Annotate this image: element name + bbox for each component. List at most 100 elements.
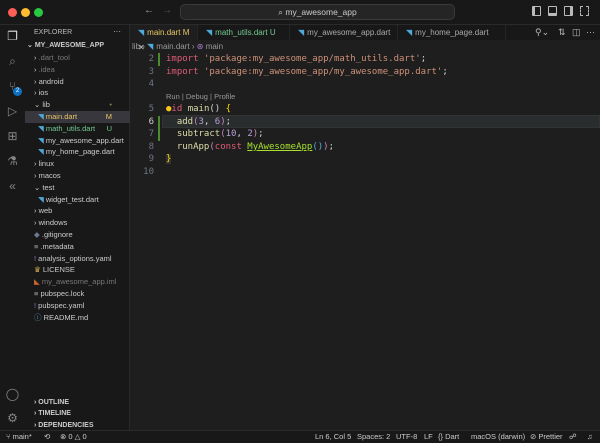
explorer-item[interactable]: ◥ my_home_page.dart — [25, 146, 130, 158]
command-center-search[interactable]: ⌕ my_awesome_app — [180, 4, 455, 20]
breadcrumb-file[interactable]: main.dart — [156, 42, 189, 51]
timeline-panel-header[interactable]: › TIMELINE — [25, 408, 130, 419]
line-number: 4 — [148, 79, 154, 90]
close-window-button[interactable] — [8, 8, 17, 17]
tab-my-awesome-app-dart[interactable]: ◥ my_awesome_app.dart — [290, 25, 398, 40]
explorer-item[interactable]: ⌄ test — [25, 182, 130, 194]
explorer-item[interactable]: ≡ pubspec.lock — [25, 288, 130, 300]
run-dropdown-icon[interactable]: ⚲⌄ — [535, 27, 549, 38]
back-arrow-icon[interactable]: ← — [144, 5, 154, 16]
testing-icon[interactable]: ⚗ — [5, 154, 20, 169]
explorer-item-label: widget_test.dart — [45, 194, 99, 204]
tab-my-home-page-dart[interactable]: ◥ my_home_page.dart — [398, 25, 506, 40]
explorer-item[interactable]: ⌄ lib • — [25, 99, 130, 111]
dart-file-icon: ◥ — [206, 28, 213, 37]
explorer-item[interactable]: ◆ .gitignore — [25, 229, 130, 241]
tab-main-dart[interactable]: ◥ main.dart M ✕ — [130, 25, 198, 52]
git-status-badge: • — [109, 100, 112, 110]
editor-tabs: ◥ main.dart M ✕ ◥ math_utils.dart U ◥ my_aw… — [130, 25, 600, 52]
explorer-item-label: math_utils.dart — [45, 123, 96, 133]
explorer-item[interactable]: ◥ math_utils.dart U — [25, 123, 130, 135]
iml-file-icon: ◣ — [34, 277, 42, 287]
explorer-item[interactable]: ⓘ README.md — [25, 312, 130, 324]
search-icon[interactable]: ⌕ — [5, 54, 20, 69]
explorer-item[interactable]: ◣ my_awesome_app.iml — [25, 276, 130, 288]
git-added-gutter — [158, 116, 160, 141]
explorer-icon[interactable]: ❐ — [5, 29, 20, 44]
minimize-window-button[interactable] — [21, 8, 30, 17]
source-control-badge: 2 — [13, 87, 22, 96]
code-line: runApp(const MyAwesomeApp()); — [176, 141, 335, 152]
project-root-folder[interactable]: ⌄ MY_AWESOME_APP — [25, 40, 130, 52]
problems-indicator[interactable]: ⊗ 0 △ 0 — [60, 431, 87, 443]
explorer-item[interactable]: › windows — [25, 217, 130, 229]
breadcrumb-symbol[interactable]: main — [206, 42, 223, 51]
line-number: 6 — [148, 116, 154, 127]
explorer-item-label: windows — [38, 218, 68, 228]
explorer-item-label: README.md — [43, 312, 89, 322]
indentation[interactable]: Spaces: 2 — [357, 431, 390, 443]
explorer-item[interactable]: ! pubspec.yaml — [25, 300, 130, 312]
explorer-item[interactable]: › macos — [25, 170, 130, 182]
explorer-item-label: linux — [38, 159, 55, 169]
encoding[interactable]: UTF-8 — [396, 431, 417, 443]
sync-icon[interactable]: ⟲ — [44, 431, 50, 443]
explorer-item-label: pubspec.yaml — [38, 300, 85, 310]
code-line: subtract(10, 2); — [176, 129, 264, 140]
explorer-item[interactable]: ! analysis_options.yaml — [25, 253, 130, 265]
outline-panel-header[interactable]: › OUTLINE — [25, 397, 130, 408]
explorer-item[interactable]: › android — [25, 76, 130, 88]
feedback-icon[interactable]: ☍ — [569, 431, 577, 443]
branch-indicator[interactable]: ⑂ main* — [6, 431, 32, 443]
dart-file-icon: ◥ — [38, 147, 46, 157]
explorer-item-label: ios — [38, 88, 49, 98]
explorer-item[interactable]: ◥ my_awesome_app.dart — [25, 135, 130, 147]
open-changes-icon[interactable]: ⇅ — [558, 27, 566, 38]
line-number: 7 — [148, 129, 154, 140]
explorer-item-label: my_awesome_app.iml — [41, 277, 117, 287]
info-file-icon: ⓘ — [34, 312, 44, 322]
explorer-item[interactable]: ◥ main.dart M — [25, 111, 130, 123]
explorer-item[interactable]: ♛ LICENSE — [25, 264, 130, 276]
explorer-item-label: analysis_options.yaml — [38, 253, 112, 263]
tab-math-utils-dart[interactable]: ◥ math_utils.dart U — [198, 25, 290, 40]
dart-file-icon: ◥ — [138, 28, 145, 37]
code-editor[interactable]: 2 3 4 5 6 7 8 9 10 import 'package:my_aw… — [130, 53, 600, 430]
maximize-window-button[interactable] — [34, 8, 43, 17]
line-ending[interactable]: LF — [424, 431, 433, 443]
target-platform[interactable]: macOS (darwin) — [471, 431, 525, 443]
explorer-item-label: my_awesome_app.dart — [45, 135, 124, 145]
settings-gear-icon[interactable]: ⚙ — [5, 411, 20, 426]
dart-file-icon: ◥ — [38, 135, 46, 145]
explorer-item-label: main.dart — [45, 112, 78, 121]
toggle-panel-icon[interactable] — [548, 6, 557, 16]
forward-arrow-icon[interactable]: → — [162, 5, 172, 16]
explorer-item[interactable]: › web — [25, 205, 130, 217]
flutter-icon[interactable]: « — [5, 179, 20, 194]
breadcrumb-folder[interactable]: lib — [132, 42, 140, 51]
split-editor-icon[interactable]: ◫ — [572, 27, 581, 38]
explorer-item[interactable]: › ios — [25, 87, 130, 99]
codelens-run-debug-profile[interactable]: Run | Debug | Profile — [166, 91, 235, 104]
git-status-badge: U — [106, 123, 112, 133]
toggle-secondary-sidebar-icon[interactable] — [564, 6, 573, 16]
customize-layout-icon[interactable] — [580, 6, 589, 16]
source-control-icon[interactable]: ⑂ 2 — [5, 79, 22, 96]
toggle-sidebar-icon[interactable] — [532, 6, 541, 16]
run-debug-icon[interactable]: ▷ — [5, 104, 20, 119]
account-icon[interactable]: ◯ — [5, 387, 20, 402]
explorer-item[interactable]: ◥ widget_test.dart — [25, 194, 130, 206]
explorer-more-button[interactable]: ··· — [113, 27, 121, 36]
explorer-item[interactable]: › .idea — [25, 64, 130, 76]
notifications-bell-icon[interactable]: ♫ — [587, 431, 593, 443]
prettier-status[interactable]: ⊘ Prettier — [530, 431, 563, 443]
editor-more-icon[interactable]: ··· — [586, 27, 595, 37]
explorer-item[interactable]: › .dart_tool — [25, 52, 130, 64]
explorer-item-label: .idea — [38, 64, 55, 74]
language-mode[interactable]: {} Dart — [438, 431, 459, 443]
explorer-item[interactable]: › linux — [25, 158, 130, 170]
extensions-icon[interactable]: ⊞ — [5, 129, 20, 144]
dart-file-icon: ◥ — [147, 42, 154, 51]
cursor-position[interactable]: Ln 6, Col 5 — [315, 431, 351, 443]
explorer-item[interactable]: ≡ .metadata — [25, 241, 130, 253]
